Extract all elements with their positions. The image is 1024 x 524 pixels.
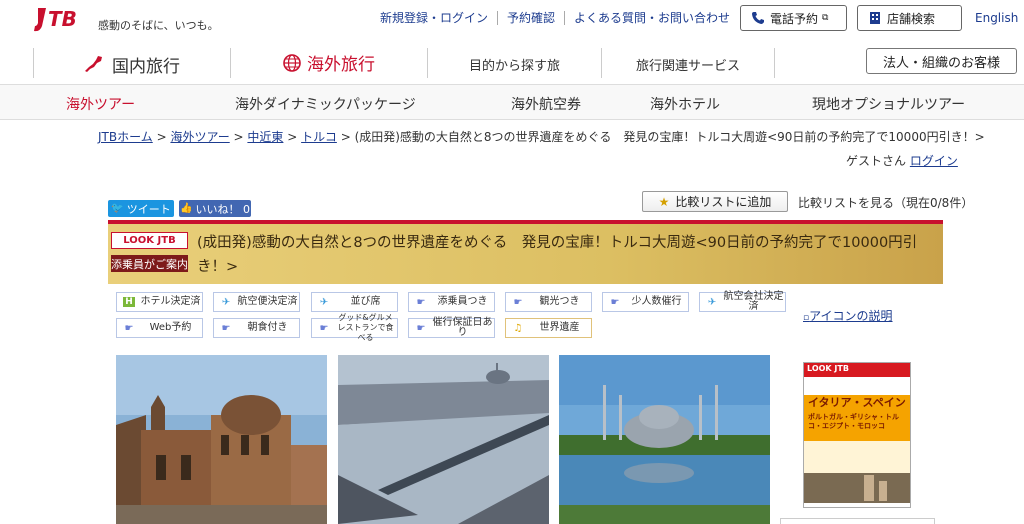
tag-good-gourmet: ☛ グッド&グルメ レストランで食べる [311, 313, 398, 342]
brochure-title: イタリア・スペイン [808, 396, 906, 409]
breadcrumb-country[interactable]: トルコ [301, 130, 337, 144]
breadcrumb-tour[interactable]: 海外ツアー [170, 130, 229, 144]
nav-overseas-travel[interactable]: 海外旅行 [231, 44, 427, 84]
site-header: TB 感動のそばに、いつも。 新規登録・ログイン 予約確認 よくある質問・お問い… [0, 0, 1024, 44]
brochure-cover-image [804, 363, 910, 507]
globe-icon [283, 53, 301, 72]
istanbul-bridge-image [338, 355, 549, 524]
user-status: ゲストさん ログイン [846, 152, 958, 169]
subnav-dynamic-package[interactable]: 海外ダイナミックパッケージ [235, 94, 416, 114]
tag-breakfast: ☛ 朝食付き [213, 318, 300, 338]
subnav-air-tickets[interactable]: 海外航空券 [511, 94, 581, 114]
nav-divider [774, 48, 775, 78]
tag-adjacent-seats: ✈ 並び席 [311, 292, 398, 312]
plane-icon: ✈ [319, 296, 329, 308]
tour-photo-1[interactable] [116, 355, 327, 524]
english-link[interactable]: English [975, 11, 1018, 25]
breadcrumb-current: (成田発)感動の大自然と8つの世界遺産をめぐる 発見の宝庫！トルコ大周遊<90日… [354, 130, 985, 144]
brochure-brand: LOOK JTB [807, 364, 849, 373]
tag-world-heritage: ♫ 世界遺産 [505, 318, 592, 338]
phone-icon [752, 12, 764, 24]
sidebar-box [780, 518, 935, 524]
brochure-thumbnail[interactable]: LOOK JTB イタリア・スペイン ポルトガル・ギリシャ・トルコ・エジプト・モ… [803, 362, 911, 508]
byzantine-church-image [116, 355, 327, 524]
external-icon: ⧉ [822, 13, 829, 23]
building-icon [870, 12, 880, 24]
tour-photo-2[interactable] [338, 355, 549, 524]
hand-icon: ☛ [513, 296, 523, 308]
tour-title-band: LOOK JTB 添乗員がご案内 (成田発)感動の大自然と8つの世界遺産をめぐる… [108, 224, 943, 284]
tag-flight-confirmed: ✈ 航空便決定済 [213, 292, 300, 312]
store-search-button[interactable]: 店舗検索 [857, 5, 962, 31]
top-links: 新規登録・ログイン 予約確認 よくある質問・お問い合わせ [380, 11, 739, 25]
hotel-icon: H [123, 297, 135, 307]
japan-map-icon [85, 56, 102, 72]
breadcrumb-home[interactable]: JTBホーム [98, 130, 153, 144]
hand-icon: ☛ [416, 322, 426, 334]
tour-conductor-badge: 添乗員がご案内 [111, 255, 188, 272]
brochure-subtitle: ポルトガル・ギリシャ・トルコ・エジプト・モロッコ [808, 413, 899, 430]
guest-label: ゲストさん [846, 154, 907, 168]
tagline: 感動のそばに、いつも。 [98, 19, 219, 32]
icon-help-link[interactable]: ▫アイコンの説明 [803, 307, 893, 324]
faq-link[interactable]: よくある質問・お問い合わせ [564, 11, 739, 25]
tag-guaranteed-departure: ☛ 催行保証日あり [408, 318, 495, 338]
add-to-compare-button[interactable]: ★ 比較リストに追加 [642, 191, 788, 212]
look-jtb-badge: LOOK JTB [111, 232, 188, 249]
login-link[interactable]: ログイン [910, 154, 958, 168]
plane-icon: ✈ [221, 296, 231, 308]
tour-title: (成田発)感動の大自然と8つの世界遺産をめぐる 発見の宝庫！トルコ大周遊<90日… [197, 235, 918, 275]
hand-icon: ☛ [221, 322, 231, 334]
reservation-check-link[interactable]: 予約確認 [497, 11, 564, 25]
twitter-bird-icon: 🐦 [111, 203, 124, 214]
phone-reservation-button[interactable]: 電話予約 ⧉ [740, 5, 847, 31]
tag-small-group: ☛ 少人数催行 [602, 292, 689, 312]
tag-hotel-confirmed: H ホテル決定済 [116, 292, 203, 312]
nav-travel-services[interactable]: 旅行関連サービス [602, 44, 774, 84]
music-icon: ♫ [513, 322, 523, 334]
hand-icon: ☛ [124, 322, 134, 334]
facebook-like-button[interactable]: 👍 いいね！ 0 [179, 200, 251, 217]
tag-sightseeing: ☛ 観光つき [505, 292, 592, 312]
hand-icon: ☛ [416, 296, 426, 308]
star-icon: ★ [658, 194, 670, 209]
tag-airline-confirmed: ✈ 航空会社決定済 [699, 292, 786, 312]
subnav-optional-tours[interactable]: 現地オプショナルツアー [812, 94, 965, 114]
blue-mosque-image [559, 355, 770, 524]
plane-icon: ✈ [707, 296, 717, 308]
hand-icon: ☛ [319, 322, 329, 334]
register-login-link[interactable]: 新規登録・ログイン [380, 11, 497, 25]
nav-domestic-travel[interactable]: 国内旅行 [34, 44, 230, 84]
main-nav: 国内旅行 海外旅行 目的から探す旅 旅行関連サービス 法人・組織のお客様 [0, 44, 1024, 85]
tour-photo-3[interactable] [559, 355, 770, 524]
sub-nav: 海外ツアー 海外ダイナミックパッケージ 海外航空券 海外ホテル 現地オプショナル… [0, 85, 1024, 120]
subnav-hotels[interactable]: 海外ホテル [650, 94, 720, 114]
tweet-button[interactable]: 🐦 ツイート [108, 200, 174, 217]
breadcrumb-region[interactable]: 中近東 [247, 130, 283, 144]
hand-icon: ☛ [610, 296, 620, 308]
subnav-overseas-tour[interactable]: 海外ツアー [66, 94, 135, 114]
nav-search-by-purpose[interactable]: 目的から探す旅 [428, 44, 601, 84]
view-compare-list-link[interactable]: 比較リストを見る（現在0/8件） [798, 194, 973, 211]
thumbs-up-icon: 👍 [180, 203, 193, 214]
svg-text:TB: TB [48, 7, 77, 31]
breadcrumb: JTBホーム > 海外ツアー > 中近東 > トルコ > (成田発)感動の大自然… [98, 130, 985, 144]
jtb-logo[interactable]: TB [32, 4, 102, 34]
corporate-button[interactable]: 法人・組織のお客様 [866, 48, 1017, 74]
tag-web-reservation: ☛ Web予約 [116, 318, 203, 338]
tag-conductor: ☛ 添乗員つき [408, 292, 495, 312]
